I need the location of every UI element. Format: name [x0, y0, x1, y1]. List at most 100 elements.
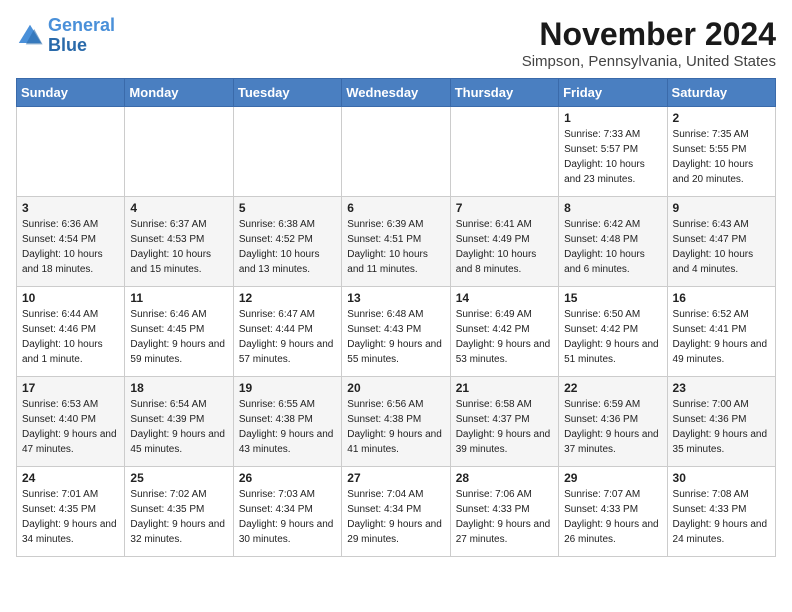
calendar-cell: 28 Sunrise: 7:06 AM Sunset: 4:33 PM Dayli… [450, 467, 558, 557]
day-info: Sunrise: 7:02 AM Sunset: 4:35 PM Dayligh… [130, 487, 227, 547]
day-number: 30 [673, 471, 770, 485]
weekday-thursday: Thursday [450, 79, 558, 107]
day-info: Sunrise: 6:58 AM Sunset: 4:37 PM Dayligh… [456, 397, 553, 457]
day-info: Sunrise: 7:00 AM Sunset: 4:36 PM Dayligh… [673, 397, 770, 457]
day-number: 23 [673, 381, 770, 395]
day-number: 28 [456, 471, 553, 485]
day-info: Sunrise: 7:01 AM Sunset: 4:35 PM Dayligh… [22, 487, 119, 547]
calendar-cell: 11 Sunrise: 6:46 AM Sunset: 4:45 PM Dayli… [125, 287, 233, 377]
weekday-monday: Monday [125, 79, 233, 107]
day-info: Sunrise: 6:36 AM Sunset: 4:54 PM Dayligh… [22, 217, 119, 277]
calendar-cell: 27Sunrise: 7:04 AM Sunset: 4:34 PM Dayli… [342, 467, 450, 557]
calendar-cell: 10 Sunrise: 6:44 AM Sunset: 4:46 PM Dayli… [17, 287, 125, 377]
calendar-cell: 26 Sunrise: 7:03 AM Sunset: 4:34 PM Dayli… [233, 467, 341, 557]
day-number: 25 [130, 471, 227, 485]
day-info: Sunrise: 6:47 AM Sunset: 4:44 PM Dayligh… [239, 307, 336, 367]
calendar-cell [125, 107, 233, 197]
day-number: 1 [564, 111, 661, 125]
day-number: 29 [564, 471, 661, 485]
calendar-cell: 3 Sunrise: 6:36 AM Sunset: 4:54 PM Daylig… [17, 197, 125, 287]
calendar-cell: 7 Sunrise: 6:41 AM Sunset: 4:49 PM Daylig… [450, 197, 558, 287]
day-info: Sunrise: 7:03 AM Sunset: 4:34 PM Dayligh… [239, 487, 336, 547]
logo: General Blue [16, 16, 115, 56]
day-info: Sunrise: 6:52 AM Sunset: 4:41 PM Dayligh… [673, 307, 770, 367]
page-header: General Blue November 2024 Simpson, Penn… [16, 16, 776, 70]
day-number: 8 [564, 201, 661, 215]
day-info: Sunrise: 6:43 AM Sunset: 4:47 PM Dayligh… [673, 217, 770, 277]
calendar-cell: 8 Sunrise: 6:42 AM Sunset: 4:48 PM Daylig… [559, 197, 667, 287]
day-info: Sunrise: 6:44 AM Sunset: 4:46 PM Dayligh… [22, 307, 119, 367]
day-number: 6 [347, 201, 444, 215]
day-number: 21 [456, 381, 553, 395]
day-number: 20 [347, 381, 444, 395]
day-number: 15 [564, 291, 661, 305]
day-info: Sunrise: 6:54 AM Sunset: 4:39 PM Dayligh… [130, 397, 227, 457]
calendar-cell: 4 Sunrise: 6:37 AM Sunset: 4:53 PM Daylig… [125, 197, 233, 287]
day-info: Sunrise: 6:48 AM Sunset: 4:43 PM Dayligh… [347, 307, 444, 367]
weekday-sunday: Sunday [17, 79, 125, 107]
day-info: Sunrise: 6:56 AM Sunset: 4:38 PM Dayligh… [347, 397, 444, 457]
day-number: 3 [22, 201, 119, 215]
calendar-cell: 13 Sunrise: 6:48 AM Sunset: 4:43 PM Dayli… [342, 287, 450, 377]
calendar-cell: 1Sunrise: 7:33 AM Sunset: 5:57 PM Daylig… [559, 107, 667, 197]
day-info: Sunrise: 7:07 AM Sunset: 4:33 PM Dayligh… [564, 487, 661, 547]
day-info: Sunrise: 6:37 AM Sunset: 4:53 PM Dayligh… [130, 217, 227, 277]
day-number: 19 [239, 381, 336, 395]
calendar-cell: 18 Sunrise: 6:54 AM Sunset: 4:39 PM Dayli… [125, 377, 233, 467]
week-row-5: 24 Sunrise: 7:01 AM Sunset: 4:35 PM Dayli… [17, 467, 776, 557]
day-number: 13 [347, 291, 444, 305]
day-info: Sunrise: 7:06 AM Sunset: 4:33 PM Dayligh… [456, 487, 553, 547]
month-title: November 2024 [522, 16, 776, 53]
day-number: 10 [22, 291, 119, 305]
day-number: 18 [130, 381, 227, 395]
day-number: 26 [239, 471, 336, 485]
calendar-cell: 14 Sunrise: 6:49 AM Sunset: 4:42 PM Dayli… [450, 287, 558, 377]
day-info: Sunrise: 6:41 AM Sunset: 4:49 PM Dayligh… [456, 217, 553, 277]
day-number: 7 [456, 201, 553, 215]
day-number: 2 [673, 111, 770, 125]
calendar-cell: 21 Sunrise: 6:58 AM Sunset: 4:37 PM Dayli… [450, 377, 558, 467]
day-number: 4 [130, 201, 227, 215]
day-number: 17 [22, 381, 119, 395]
day-number: 24 [22, 471, 119, 485]
calendar-cell: 2 Sunrise: 7:35 AM Sunset: 5:55 PM Daylig… [667, 107, 775, 197]
calendar-cell [342, 107, 450, 197]
calendar-cell: 22Sunrise: 6:59 AM Sunset: 4:36 PM Dayli… [559, 377, 667, 467]
calendar-cell: 19 Sunrise: 6:55 AM Sunset: 4:38 PM Dayli… [233, 377, 341, 467]
day-info: Sunrise: 6:49 AM Sunset: 4:42 PM Dayligh… [456, 307, 553, 367]
day-info: Sunrise: 6:42 AM Sunset: 4:48 PM Dayligh… [564, 217, 661, 277]
day-info: Sunrise: 6:55 AM Sunset: 4:38 PM Dayligh… [239, 397, 336, 457]
weekday-friday: Friday [559, 79, 667, 107]
location: Simpson, Pennsylvania, United States [522, 53, 776, 70]
calendar-header: SundayMondayTuesdayWednesdayThursdayFrid… [17, 79, 776, 107]
calendar-cell: 16Sunrise: 6:52 AM Sunset: 4:41 PM Dayli… [667, 287, 775, 377]
calendar-cell: 5Sunrise: 6:38 AM Sunset: 4:52 PM Daylig… [233, 197, 341, 287]
calendar-cell: 25 Sunrise: 7:02 AM Sunset: 4:35 PM Dayli… [125, 467, 233, 557]
calendar-cell: 29 Sunrise: 7:07 AM Sunset: 4:33 PM Dayli… [559, 467, 667, 557]
day-info: Sunrise: 7:04 AM Sunset: 4:34 PM Dayligh… [347, 487, 444, 547]
calendar-cell: 24 Sunrise: 7:01 AM Sunset: 4:35 PM Dayli… [17, 467, 125, 557]
weekday-tuesday: Tuesday [233, 79, 341, 107]
calendar-cell: 9Sunrise: 6:43 AM Sunset: 4:47 PM Daylig… [667, 197, 775, 287]
day-info: Sunrise: 6:53 AM Sunset: 4:40 PM Dayligh… [22, 397, 119, 457]
day-info: Sunrise: 7:08 AM Sunset: 4:33 PM Dayligh… [673, 487, 770, 547]
logo-icon [16, 22, 44, 50]
day-number: 11 [130, 291, 227, 305]
day-number: 22 [564, 381, 661, 395]
week-row-2: 3 Sunrise: 6:36 AM Sunset: 4:54 PM Daylig… [17, 197, 776, 287]
calendar-table: SundayMondayTuesdayWednesdayThursdayFrid… [16, 78, 776, 557]
calendar-cell: 30 Sunrise: 7:08 AM Sunset: 4:33 PM Dayli… [667, 467, 775, 557]
calendar-cell [450, 107, 558, 197]
calendar-cell: 17 Sunrise: 6:53 AM Sunset: 4:40 PM Dayli… [17, 377, 125, 467]
day-info: Sunrise: 6:46 AM Sunset: 4:45 PM Dayligh… [130, 307, 227, 367]
calendar-cell: 20 Sunrise: 6:56 AM Sunset: 4:38 PM Dayli… [342, 377, 450, 467]
day-number: 5 [239, 201, 336, 215]
calendar-cell: 15Sunrise: 6:50 AM Sunset: 4:42 PM Dayli… [559, 287, 667, 377]
day-info: Sunrise: 6:39 AM Sunset: 4:51 PM Dayligh… [347, 217, 444, 277]
day-info: Sunrise: 7:35 AM Sunset: 5:55 PM Dayligh… [673, 127, 770, 187]
weekday-wednesday: Wednesday [342, 79, 450, 107]
day-number: 14 [456, 291, 553, 305]
week-row-1: 1Sunrise: 7:33 AM Sunset: 5:57 PM Daylig… [17, 107, 776, 197]
week-row-3: 10 Sunrise: 6:44 AM Sunset: 4:46 PM Dayli… [17, 287, 776, 377]
weekday-saturday: Saturday [667, 79, 775, 107]
